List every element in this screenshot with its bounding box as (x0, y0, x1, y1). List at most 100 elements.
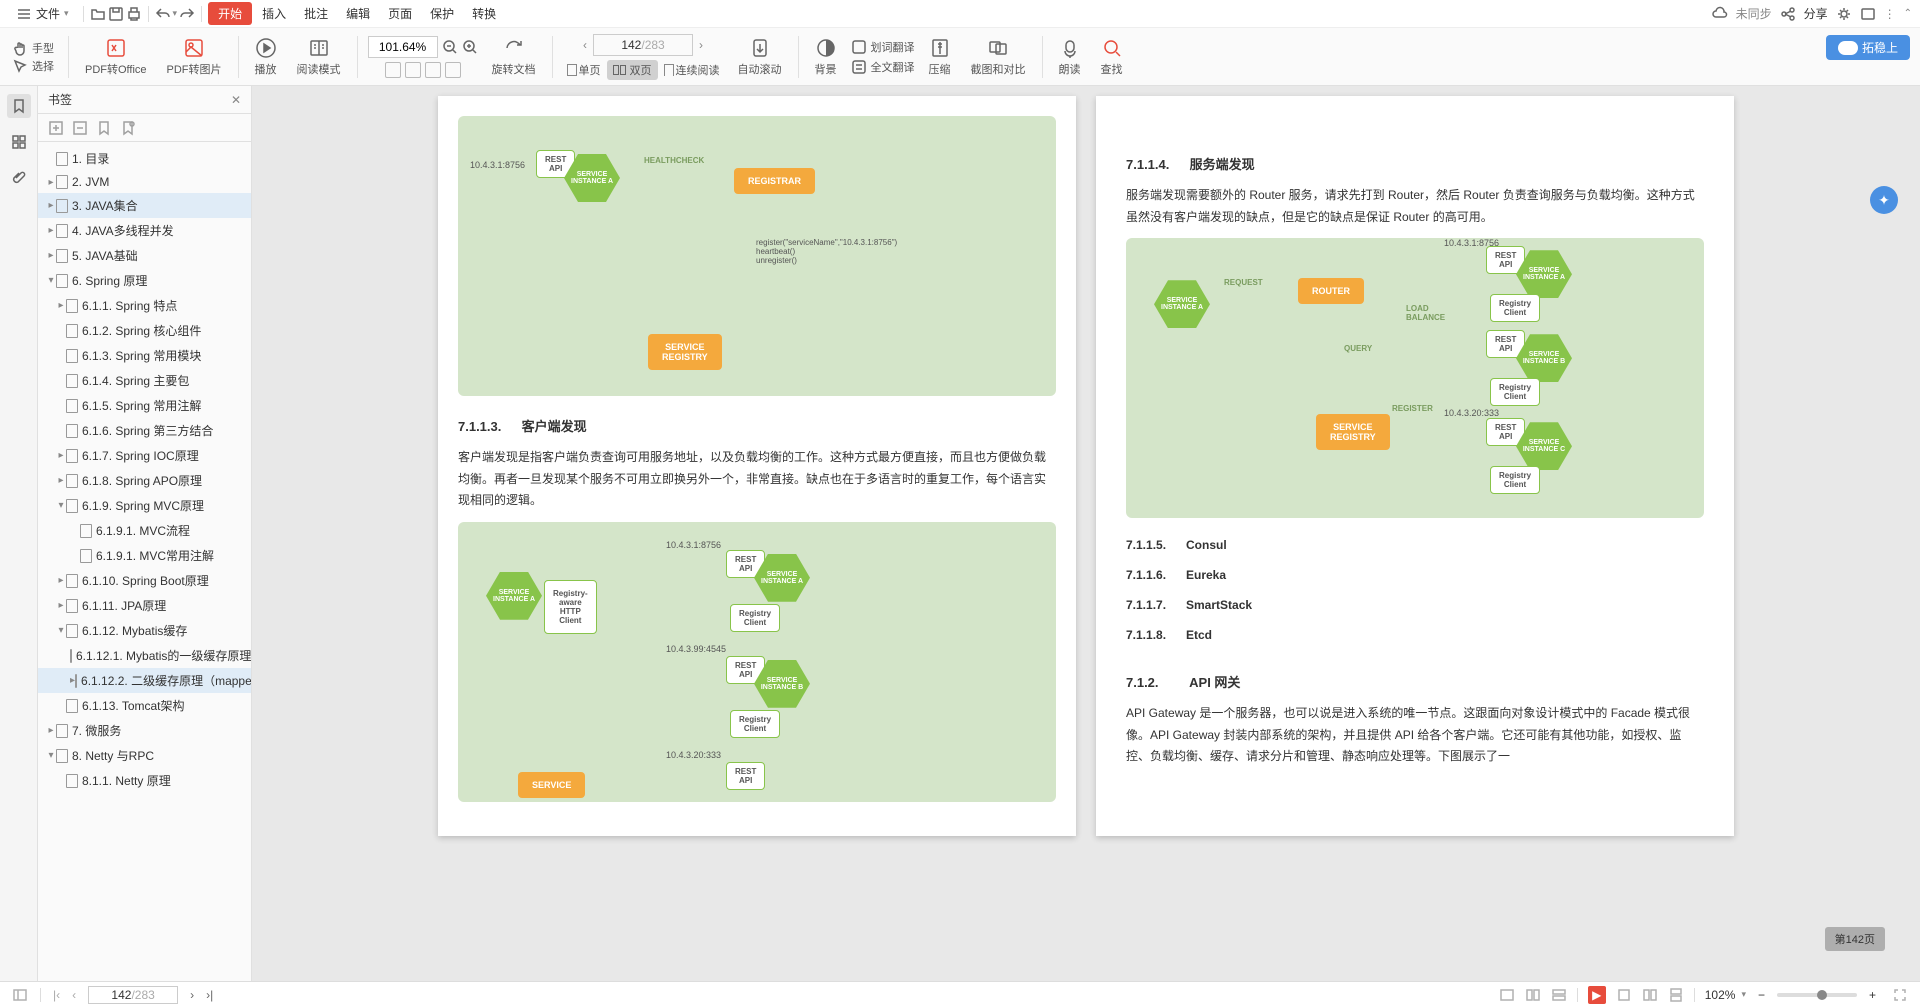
bookmark-item[interactable]: ▸7. 微服务 (38, 718, 251, 743)
bookmark-item[interactable]: ▸6.1.12.2. 二级缓存原理（mapper基本） (38, 668, 251, 693)
close-panel-icon[interactable]: ✕ (231, 93, 241, 107)
read-aloud[interactable]: 朗读 (1053, 37, 1087, 77)
bookmark-item[interactable]: 6.1.3. Spring 常用模块 (38, 343, 251, 368)
continuous-mode[interactable]: 连续阅读 (660, 60, 724, 80)
search-tool[interactable]: 查找 (1095, 37, 1129, 77)
bookmark-item[interactable]: ▸2. JVM (38, 171, 251, 193)
rotate-tool[interactable]: 旋转文档 (486, 37, 542, 77)
bookmark-item[interactable]: ▾8. Netty 与RPC (38, 743, 251, 768)
fit-visible-icon[interactable] (445, 62, 461, 78)
view-1-icon[interactable] (1616, 987, 1632, 1003)
share-icon[interactable] (1780, 6, 1796, 22)
status-page-input[interactable]: 142/283 (88, 986, 178, 1004)
fullscreen-icon[interactable] (1892, 987, 1908, 1003)
layout-1-icon[interactable] (1499, 987, 1515, 1003)
more-icon[interactable]: ⋮ (1884, 7, 1896, 21)
bookmark-item[interactable]: 6.1.12.1. Mybatis的一级缓存原理（sqlsession级别） (38, 643, 251, 668)
document-viewport[interactable]: 10.4.3.1:8756 REST API SERVICE INSTANCE … (252, 86, 1920, 981)
pdf-to-office[interactable]: PDF转Office (79, 37, 153, 77)
bookmark-item[interactable]: ▸6.1.8. Spring APO原理 (38, 468, 251, 493)
bookmark-item[interactable]: 1. 目录 (38, 146, 251, 171)
gear-icon[interactable] (1836, 6, 1852, 22)
zoom-out-icon[interactable] (442, 39, 458, 55)
first-page-icon[interactable]: |‹ (53, 988, 60, 1002)
fit-width-icon[interactable] (385, 62, 401, 78)
expand-all-icon[interactable] (48, 120, 64, 136)
next-page-status-icon[interactable]: › (190, 988, 194, 1002)
zoom-plus-icon[interactable]: + (1863, 988, 1882, 1002)
redo-icon[interactable] (179, 6, 195, 22)
view-3-icon[interactable] (1668, 987, 1684, 1003)
zoom-in-icon[interactable] (462, 39, 478, 55)
pdf-to-image[interactable]: PDF转图片 (161, 37, 228, 77)
bookmark-item[interactable]: ▾6.1.9. Spring MVC原理 (38, 493, 251, 518)
bookmark-item[interactable]: 6.1.5. Spring 常用注解 (38, 393, 251, 418)
bookmark-item[interactable]: 6.1.6. Spring 第三方结合 (38, 418, 251, 443)
bookmark-item[interactable]: 8.1.1. Netty 原理 (38, 768, 251, 793)
bookmark-item[interactable]: ▸6.1.11. JPA原理 (38, 593, 251, 618)
layout-2-icon[interactable] (1525, 987, 1541, 1003)
play-status-icon[interactable]: ▶ (1588, 986, 1606, 1004)
chevron-up-icon[interactable]: ⌃ (1904, 8, 1912, 19)
bookmark-item[interactable]: ▸3. JAVA集合 (38, 193, 251, 218)
insert-tab[interactable]: 插入 (254, 1, 294, 26)
file-menu[interactable]: 文件 ▾ (8, 1, 77, 26)
start-tab[interactable]: 开始 (208, 2, 252, 25)
reading-mode[interactable]: 阅读模式 (291, 37, 347, 77)
share-label[interactable]: 分享 (1804, 5, 1828, 22)
prev-page-icon[interactable]: ‹ (583, 38, 587, 52)
edit-tab[interactable]: 编辑 (338, 1, 378, 26)
word-translate[interactable]: 划词翻译 (851, 39, 915, 55)
layout-3-icon[interactable] (1551, 987, 1567, 1003)
protect-tab[interactable]: 保护 (422, 1, 462, 26)
bookmark-item[interactable]: 6.1.2. Spring 核心组件 (38, 318, 251, 343)
bookmark-settings-icon[interactable] (120, 120, 136, 136)
prev-page-status-icon[interactable]: ‹ (72, 988, 76, 1002)
screenshot-compare[interactable]: 截图和对比 (965, 37, 1032, 77)
bookmark-item[interactable]: ▸6.1.7. Spring IOC原理 (38, 443, 251, 468)
bookmarks-tab[interactable] (7, 94, 31, 118)
bookmark-item[interactable]: 6.1.9.1. MVC常用注解 (38, 543, 251, 568)
folder-open-icon[interactable] (90, 6, 106, 22)
bookmark-item[interactable]: 6.1.9.1. MVC流程 (38, 518, 251, 543)
sidebar-toggle-icon[interactable] (12, 987, 28, 1003)
actual-size-icon[interactable] (425, 62, 441, 78)
bookmark-item[interactable]: ▸5. JAVA基础 (38, 243, 251, 268)
undo-icon[interactable] (155, 6, 171, 22)
view-2-icon[interactable] (1642, 987, 1658, 1003)
double-page-mode[interactable]: 双页 (607, 60, 658, 80)
annotate-tab[interactable]: 批注 (296, 1, 336, 26)
play-tool[interactable]: 播放 (249, 37, 283, 77)
upload-badge[interactable]: 拓稳上 (1826, 35, 1910, 60)
collapse-all-icon[interactable] (72, 120, 88, 136)
add-bookmark-icon[interactable] (96, 120, 112, 136)
bookmark-item[interactable]: 6.1.13. Tomcat架构 (38, 693, 251, 718)
bookmark-item[interactable]: ▾6.1.12. Mybatis缓存 (38, 618, 251, 643)
zoom-slider[interactable] (1777, 993, 1857, 997)
page-tab[interactable]: 页面 (380, 1, 420, 26)
bookmark-item[interactable]: ▸6.1.1. Spring 特点 (38, 293, 251, 318)
save-icon[interactable] (108, 6, 124, 22)
bookmark-item[interactable]: ▾6. Spring 原理 (38, 268, 251, 293)
page-number-input[interactable]: 142/283 (593, 34, 693, 56)
convert-tab[interactable]: 转换 (464, 1, 504, 26)
bookmark-item[interactable]: ▸6.1.10. Spring Boot原理 (38, 568, 251, 593)
print-icon[interactable] (126, 6, 142, 22)
bookmark-item[interactable]: 6.1.4. Spring 主要包 (38, 368, 251, 393)
bookmark-item[interactable]: ▸4. JAVA多线程并发 (38, 218, 251, 243)
zoom-input[interactable] (368, 36, 438, 58)
thumbnails-tab[interactable] (7, 130, 31, 154)
background-tool[interactable]: 背景 (809, 37, 843, 77)
next-page-icon[interactable]: › (699, 38, 703, 52)
attachments-tab[interactable] (7, 166, 31, 190)
window-icon[interactable] (1860, 6, 1876, 22)
single-page-mode[interactable]: 单页 (563, 60, 605, 80)
auto-scroll[interactable]: 自动滚动 (732, 37, 788, 77)
hand-tool[interactable]: 手型 (12, 40, 54, 56)
float-assistant-icon[interactable]: ✦ (1870, 186, 1898, 214)
compress-tool[interactable]: 压缩 (923, 37, 957, 77)
zoom-value[interactable]: 102% (1705, 988, 1736, 1002)
fit-page-icon[interactable] (405, 62, 421, 78)
last-page-status-icon[interactable]: ›| (206, 988, 213, 1002)
select-tool[interactable]: 选择 (12, 58, 54, 74)
